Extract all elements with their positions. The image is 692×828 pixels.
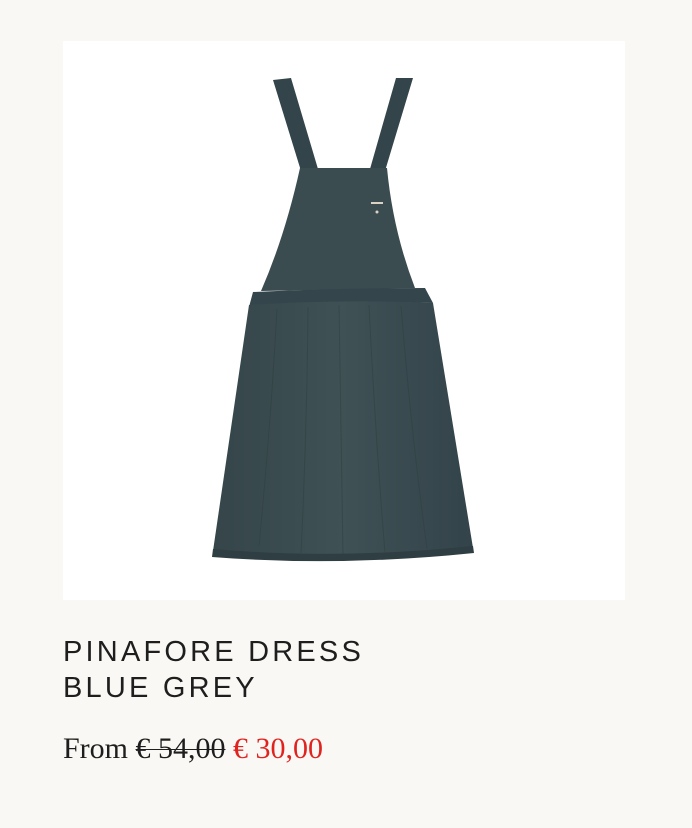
product-image[interactable] — [63, 41, 625, 600]
skirt — [213, 301, 473, 556]
original-price: € 54,00 — [135, 732, 226, 765]
product-title-line-2: BLUE GREY — [63, 672, 258, 704]
price-prefix: From — [63, 732, 129, 765]
left-strap — [273, 78, 318, 171]
product-card[interactable]: PINAFORE DRESS BLUE GREY From € 54,00 € … — [0, 0, 692, 828]
product-title-line-1: PINAFORE DRESS — [63, 636, 365, 668]
logo-tag — [371, 202, 383, 204]
bib — [261, 168, 415, 291]
pinafore-dress-image — [212, 78, 474, 562]
price-row: From € 54,00 € 30,00 — [63, 730, 323, 768]
right-strap — [370, 78, 413, 171]
product-title[interactable]: PINAFORE DRESS BLUE GREY — [63, 634, 364, 706]
sale-price: € 30,00 — [233, 732, 324, 765]
